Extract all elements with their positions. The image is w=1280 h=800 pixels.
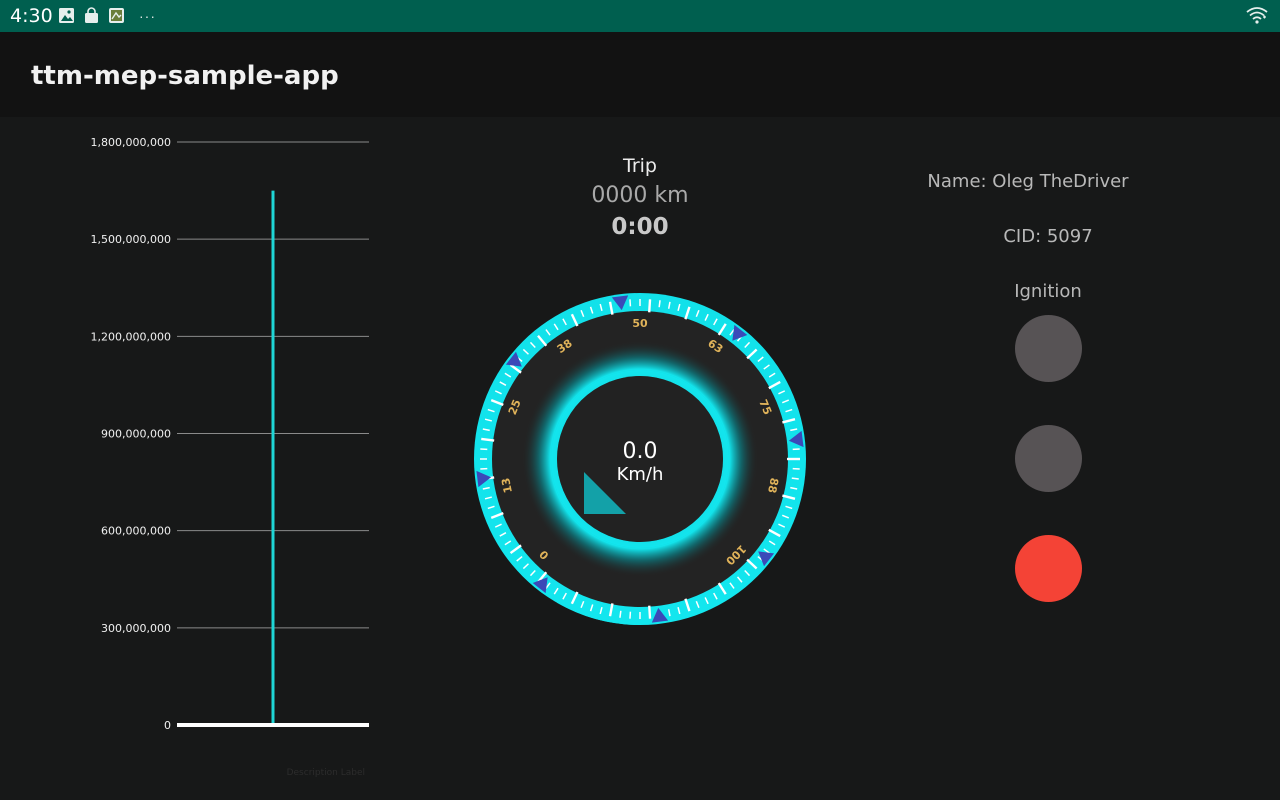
speedometer-gauge: 013253850637588100 0.0 Km/h <box>474 293 806 625</box>
gauge-tick <box>791 477 799 480</box>
ignition-label: Ignition <box>1014 281 1082 302</box>
status-time: 4:30 <box>10 5 53 27</box>
driver-cid: CID: 5097 <box>1003 226 1093 247</box>
gallery-icon <box>59 8 74 23</box>
status-more-indicator: ··· <box>139 7 156 24</box>
trip-label: Trip <box>623 155 657 177</box>
gauge-scale-label: 50 <box>632 317 648 330</box>
speed-value: 0.0 <box>623 439 658 464</box>
status-icons-right <box>1246 6 1268 24</box>
gauge-tick <box>648 299 652 313</box>
chart-y-tick-label: 0 <box>164 719 171 732</box>
ignition-lamp-2 <box>1015 425 1082 492</box>
chart-y-tick-label: 900,000,000 <box>101 428 171 441</box>
gauge-tick <box>619 610 622 618</box>
status-icons-left: ··· <box>58 7 156 24</box>
gauge-tick <box>481 437 495 442</box>
bar-chart-svg: 1,800,000,000 1,500,000,000 1,200,000,000 9… <box>91 136 369 778</box>
ignition-lamp-3 <box>1015 535 1082 602</box>
chart-y-tick-label: 1,200,000,000 <box>91 330 171 343</box>
app-notification-icon <box>109 8 124 23</box>
shopping-bag-icon <box>85 7 98 23</box>
trip-distance: 0000 km <box>591 183 689 208</box>
chart-y-tick-label: 1,800,000,000 <box>91 136 171 149</box>
chart-description-label: Description Label <box>287 768 365 778</box>
app-title: ttm-mep-sample-app <box>31 61 339 91</box>
wifi-icon <box>1246 7 1268 24</box>
app-bar: ttm-mep-sample-app <box>0 32 1280 117</box>
chart-y-tick-label: 600,000,000 <box>101 525 171 538</box>
speed-unit: Km/h <box>617 464 664 485</box>
gauge-tick <box>648 605 652 619</box>
chart-y-tick-label: 1,500,000,000 <box>91 233 171 246</box>
trip-duration: 0:00 <box>611 214 669 240</box>
driver-name: Name: Oleg TheDriver <box>927 171 1129 192</box>
bar-chart: 1,800,000,000 1,500,000,000 1,200,000,000 9… <box>0 117 400 800</box>
ignition-lamp-1 <box>1015 315 1082 382</box>
gauge-tick <box>658 300 661 308</box>
chart-y-tick-label: 300,000,000 <box>101 622 171 635</box>
status-bar: 4:30 ··· <box>0 0 1280 32</box>
